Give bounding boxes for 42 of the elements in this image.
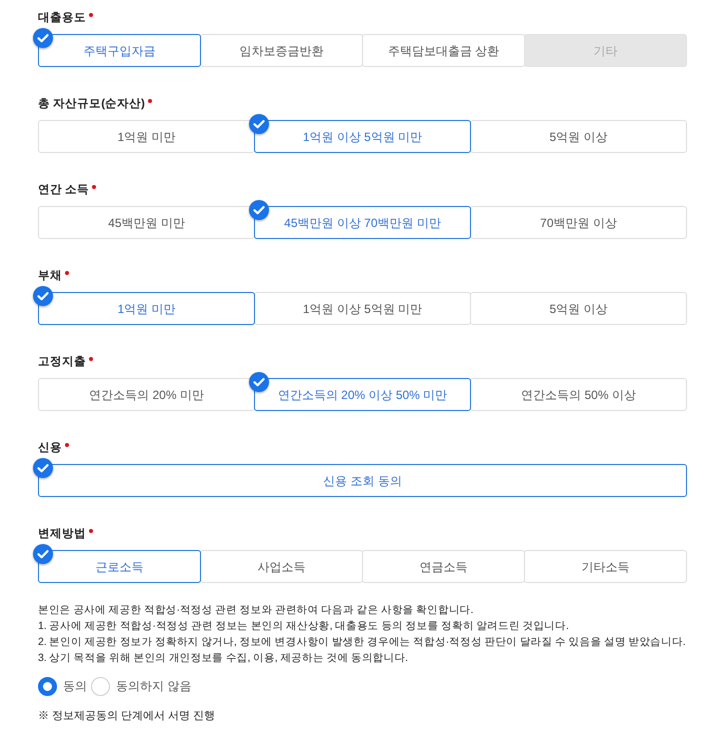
option-button[interactable]: 연간소득의 50% 이상 [470, 378, 687, 411]
notice-item: 1. 공사에 제공한 적합성·적정성 관련 정보는 본인의 재산상황, 대출용도 등의 정보를 정확히 알려드린 것입니다. [38, 619, 570, 634]
check-icon [33, 286, 53, 306]
option-button[interactable]: 70백만원 이상 [470, 206, 687, 239]
notice-item: 2. 본인이 제공한 정보가 정확하지 않거나, 정보에 변경사항이 발생한 경우에는 적합성·적정성 판단이 달라질 수 있음을 설명 받았습니다. [38, 635, 687, 650]
option-button[interactable]: 주택구입자금 [38, 34, 201, 67]
option-button[interactable]: 1억원 미만 [38, 292, 255, 325]
field-label: 부채 [38, 269, 62, 284]
option-button[interactable]: 연간소득의 20% 이상 50% 미만 [254, 378, 471, 411]
option-button[interactable]: 5억원 이상 [470, 292, 687, 325]
option-button[interactable]: 주택담보대출금 상환 [362, 34, 525, 67]
field-label: 고정지출 [38, 354, 86, 370]
option-button[interactable]: 1억원 이상 5억원 미만 [254, 292, 471, 325]
check-icon [33, 544, 53, 564]
check-icon [249, 200, 269, 220]
field-label: 변제방법 [38, 527, 86, 542]
radio-button[interactable] [38, 676, 57, 696]
option-button[interactable]: 1억원 미만 [38, 120, 255, 153]
field-label: 신용 [38, 441, 62, 456]
check-icon [249, 372, 269, 392]
field-label: 연간 소득 [38, 183, 90, 198]
check-icon [33, 458, 53, 478]
option-button[interactable]: 연금소득 [362, 550, 525, 583]
option-button[interactable]: 연간소득의 20% 미만 [38, 378, 255, 411]
option-button[interactable]: 45백만원 미만 [38, 206, 255, 239]
field-label: 총 자산규모(순자산) [38, 97, 145, 112]
option-button[interactable]: 사업소득 [200, 550, 363, 583]
notice-item: 3. 상기 목적을 위해 본인의 개인정보를 수집, 이용, 제공하는 것에 동의합니다. [38, 651, 409, 666]
option-button[interactable]: 5억원 이상 [470, 120, 687, 153]
option-button[interactable]: 신용 조회 동의 [38, 464, 687, 497]
option-button[interactable]: 근로소득 [38, 550, 201, 583]
option-button[interactable]: 임차보증금반환 [200, 34, 363, 67]
option-button[interactable]: 1억원 이상 5억원 미만 [254, 120, 471, 153]
radio-label: 동의하지 않음 [116, 678, 192, 695]
option-button[interactable]: 45백만원 이상 70백만원 미만 [254, 206, 471, 239]
check-icon [33, 28, 53, 48]
radio-label: 동의 [63, 678, 87, 695]
notice-text: 본인은 공사에 제공한 적합성·적정성 관련 정보와 관련하여 다음과 같은 사항을 확인합니다. [38, 603, 474, 618]
option-button[interactable]: 기타소득 [524, 550, 687, 583]
field-label: 대출용도 [38, 10, 86, 26]
check-icon [249, 114, 269, 134]
note-text: ※ 정보제공동의 단계에서 서명 진행 [38, 709, 216, 724]
